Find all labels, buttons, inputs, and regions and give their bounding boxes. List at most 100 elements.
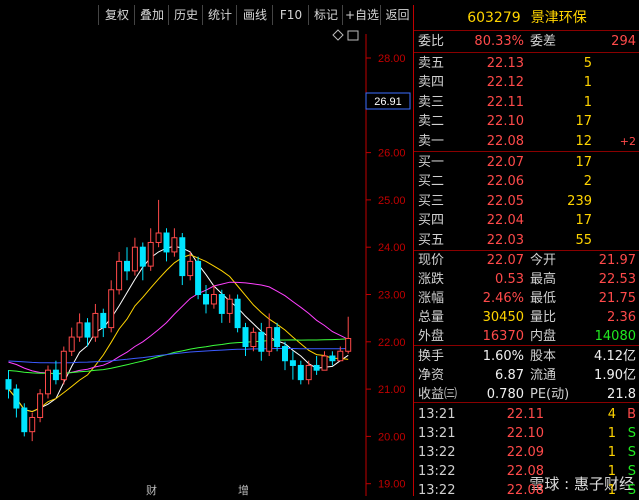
stock-code: 603279 — [467, 10, 521, 26]
tick-price: 22.08 — [506, 464, 544, 479]
fundamental-row: 收益㈢ 0.780 PE(动) 21.8 — [414, 385, 639, 404]
ma10-line — [8, 254, 349, 413]
quote-label: 最低 — [530, 291, 557, 306]
fund-value: 0.780 — [486, 387, 524, 402]
tick-volume: 4 — [607, 407, 616, 422]
quote-value: 22.07 — [486, 253, 524, 268]
toolbar-button-fanhui[interactable]: 返回 — [380, 5, 414, 25]
order-book-buy-row: 买二 22.06 2 — [414, 172, 639, 191]
quote-label: 内盘 — [530, 329, 557, 344]
tick-volume: 1 — [607, 464, 616, 479]
quote-value: 16370 — [482, 329, 524, 344]
toolbar: 复权 叠加 历史 统计 画线 F10 标记 +自选 返回 — [0, 5, 413, 25]
tick-side: B — [627, 407, 636, 422]
quote-label: 外盘 — [418, 329, 445, 344]
tick-side: S — [627, 426, 636, 441]
quote-row: 涨幅 2.46% 最低 21.75 — [414, 289, 639, 308]
event-mark-cai[interactable]: 财 — [146, 483, 157, 496]
stock-header: 603279 景津环保 — [414, 7, 639, 29]
candle-body — [345, 337, 352, 352]
fundamental-row: 净资 6.87 流通 1.90亿 — [414, 366, 639, 385]
toolbar-button-huaxian[interactable]: 画线 — [236, 5, 273, 25]
candle-body — [21, 407, 28, 433]
toolbar-button-biaoji[interactable]: 标记 — [308, 5, 343, 25]
tick-side: S — [627, 483, 636, 498]
candle-body — [68, 336, 75, 352]
order-price: 22.04 — [486, 213, 524, 229]
tick-row: 13:22 22.08 1 S — [414, 481, 639, 500]
order-label: 买五 — [418, 232, 445, 248]
candle-body — [37, 393, 44, 418]
candle-body — [131, 246, 138, 272]
weibi-label: 委比 — [418, 34, 445, 49]
quote-value: 22.53 — [598, 272, 636, 287]
fund-value: 4.12亿 — [594, 349, 636, 364]
tick-side: S — [627, 464, 636, 479]
toolbar-button-zixuan[interactable]: +自选 — [342, 5, 381, 25]
order-book-sell-row: 卖四 22.12 1 — [414, 73, 639, 92]
toolbar-button-diejia[interactable]: 叠加 — [134, 5, 169, 25]
fund-value: 1.90亿 — [594, 368, 636, 383]
tick-time: 13:22 — [418, 464, 456, 479]
order-volume: 5 — [583, 56, 592, 71]
candle-body — [84, 322, 91, 338]
order-price: 22.12 — [486, 75, 524, 91]
order-volume: 17 — [575, 114, 592, 130]
quote-label: 涨跌 — [418, 272, 445, 287]
candle-body — [5, 379, 12, 390]
tick-price: 22.09 — [506, 445, 544, 460]
kline-chart[interactable]: 28.0027.0026.0025.0024.0023.0022.0021.00… — [0, 26, 413, 496]
tick-row: 13:21 22.10 1 S — [414, 424, 639, 443]
order-book-sell-row: 卖五 22.13 5 — [414, 54, 639, 73]
candle-body — [139, 246, 146, 267]
toolbar-button-f10[interactable]: F10 — [272, 5, 309, 25]
toolbar-button-fuquan[interactable]: 复权 — [98, 5, 135, 25]
order-book-buy-row: 买五 22.03 55 — [414, 231, 639, 250]
window-icon[interactable] — [347, 30, 359, 41]
quote-label: 现价 — [418, 253, 445, 268]
tick-time: 13:21 — [418, 426, 456, 441]
event-mark-zeng[interactable]: 增 — [238, 483, 249, 496]
order-volume: 55 — [575, 232, 592, 248]
price-axis-label: 28.00 — [378, 53, 406, 65]
quote-label: 涨幅 — [418, 291, 445, 306]
stock-name: 景津环保 — [530, 10, 587, 26]
fund-label: 净资 — [418, 368, 445, 383]
candle-body — [92, 312, 99, 338]
candle-body — [258, 331, 265, 352]
order-volume: 1 — [583, 94, 592, 110]
order-volume: 2 — [583, 174, 592, 190]
candle-body — [171, 237, 178, 253]
candle-body — [266, 327, 273, 352]
candle-body — [242, 327, 249, 348]
fund-label: 换手 — [418, 349, 445, 364]
fund-label: 股本 — [530, 349, 557, 364]
price-axis-label: 25.00 — [378, 195, 406, 207]
candle-body — [147, 241, 154, 267]
quote-label: 量比 — [530, 310, 557, 325]
candle-body — [305, 364, 312, 381]
candle-body — [203, 294, 209, 305]
price-axis-label: 19.00 — [378, 479, 406, 491]
candle-body — [108, 289, 115, 329]
tick-price: 22.11 — [506, 407, 544, 422]
diamond-icon[interactable] — [332, 29, 344, 41]
order-label: 卖五 — [418, 56, 445, 71]
quote-value: 21.97 — [598, 253, 636, 268]
toolbar-button-lishi[interactable]: 历史 — [168, 5, 203, 25]
tick-row: 13:21 22.11 4 B — [414, 405, 639, 424]
tick-row: 13:22 22.08 1 S — [414, 462, 639, 481]
price-axis-label: 21.00 — [378, 384, 406, 396]
quote-row: 现价 22.07 今开 21.97 — [414, 251, 639, 270]
candle-body — [179, 237, 186, 277]
order-price: 22.03 — [486, 232, 524, 248]
order-price: 22.06 — [486, 174, 524, 190]
candle-body — [13, 388, 20, 409]
order-book-sell-row: 卖二 22.10 17 — [414, 112, 639, 131]
toolbar-button-tongji[interactable]: 统计 — [202, 5, 237, 25]
fund-value: 21.8 — [607, 387, 636, 402]
fundamental-row: 换手 1.60% 股本 4.12亿 — [414, 347, 639, 366]
candle-body — [116, 260, 123, 291]
candle-body — [218, 294, 225, 314]
candle-body — [297, 364, 304, 381]
